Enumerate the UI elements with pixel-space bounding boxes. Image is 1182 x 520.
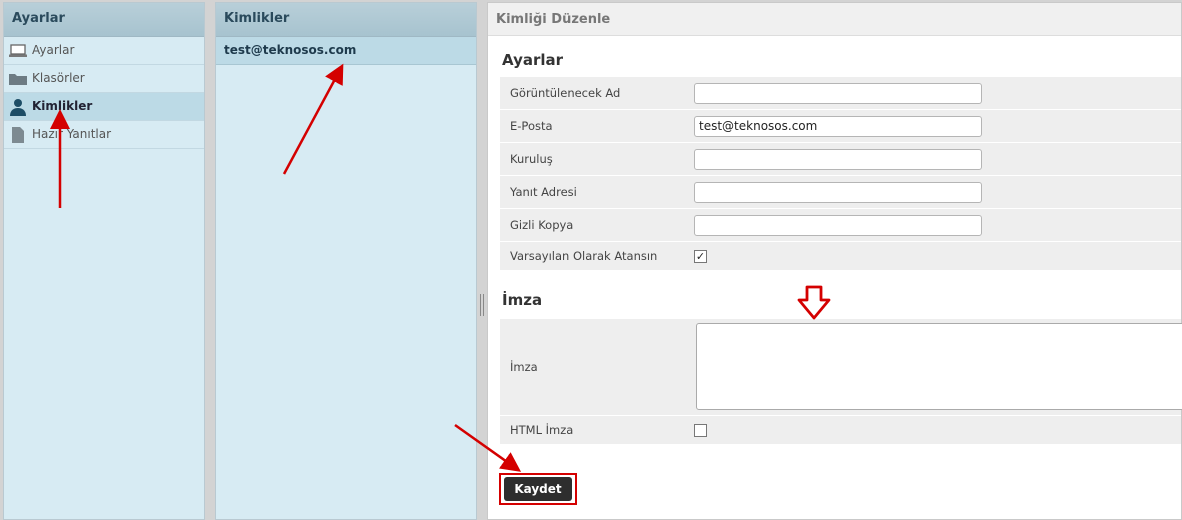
sidebar-title: Ayarlar [4, 3, 204, 37]
sidebar-item-klasorler[interactable]: Klasörler [4, 65, 204, 93]
bcc-label: Gizli Kopya [510, 218, 574, 232]
sidebar-item-label: Kimlikler [32, 99, 93, 113]
identity-item[interactable]: test@teknosos.com [216, 37, 476, 65]
sidebar-item-hazir-yanitlar[interactable]: Hazır Yanıtlar [4, 121, 204, 149]
reply-to-input[interactable] [694, 181, 982, 203]
identity-editor: Kimliği Düzenle Ayarlar Görüntülenecek A… [487, 2, 1182, 520]
default-row: Varsayılan Olarak Atansın ✓ [500, 242, 1181, 270]
laptop-icon [4, 37, 32, 64]
sidebar-item-label: Hazır Yanıtlar [32, 127, 112, 141]
sidebar-item-kimlikler[interactable]: Kimlikler [4, 93, 204, 121]
user-icon [4, 93, 32, 120]
organization-row: Kuruluş [500, 143, 1181, 175]
save-button-highlight: Kaydet [499, 473, 577, 505]
identities-panel: Kimlikler test@teknosos.com [215, 2, 477, 520]
reply-to-label: Yanıt Adresi [510, 185, 577, 199]
identities-title: Kimlikler [216, 3, 476, 37]
html-signature-checkbox[interactable] [694, 423, 707, 437]
folder-icon [4, 65, 32, 92]
document-icon [4, 121, 32, 148]
display-name-label: Görüntülenecek Ad [510, 86, 621, 100]
editor-title: Kimliği Düzenle [488, 3, 1181, 36]
signature-textarea[interactable] [696, 323, 1182, 410]
default-checkbox[interactable]: ✓ [694, 249, 707, 263]
display-name-input[interactable] [694, 82, 982, 104]
signature-row: İmza [500, 319, 1182, 415]
signature-label: İmza [510, 360, 538, 374]
panel-splitter[interactable] [478, 294, 486, 316]
sidebar-item-label: Klasörler [32, 71, 85, 85]
organization-label: Kuruluş [510, 152, 553, 166]
checkmark-icon: ✓ [695, 249, 706, 263]
bcc-input[interactable] [694, 214, 982, 236]
sidebar-item-ayarlar[interactable]: Ayarlar [4, 37, 204, 65]
settings-sidebar: Ayarlar Ayarlar Klasörler Kimlikler Hazı… [3, 2, 205, 520]
default-label: Varsayılan Olarak Atansın [510, 249, 658, 263]
html-signature-row: HTML İmza [500, 416, 1181, 444]
email-input[interactable] [694, 115, 982, 137]
html-signature-label: HTML İmza [510, 423, 574, 437]
display-name-row: Görüntülenecek Ad [500, 77, 1181, 109]
email-label: E-Posta [510, 119, 553, 133]
reply-to-row: Yanıt Adresi [500, 176, 1181, 208]
settings-section-title: Ayarlar [502, 51, 564, 69]
bcc-row: Gizli Kopya [500, 209, 1181, 241]
email-row: E-Posta [500, 110, 1181, 142]
organization-input[interactable] [694, 148, 982, 170]
signature-section-title: İmza [502, 291, 543, 309]
save-button[interactable]: Kaydet [504, 477, 572, 501]
sidebar-item-label: Ayarlar [32, 43, 75, 57]
